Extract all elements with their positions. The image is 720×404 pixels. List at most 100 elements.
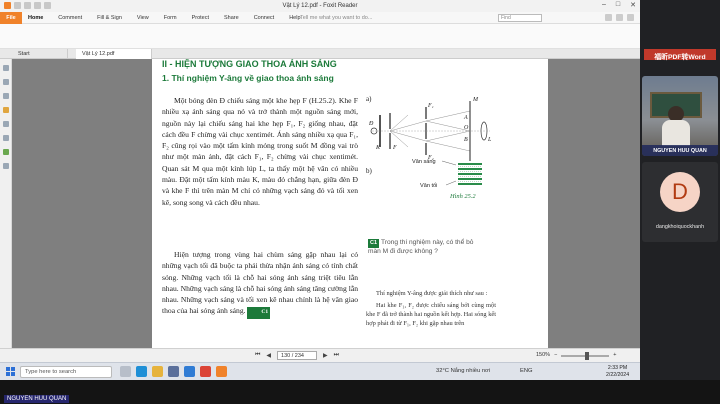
prev-page-icon[interactable]: ◀ — [266, 352, 271, 359]
foxit-icon[interactable] — [216, 366, 227, 377]
first-page-icon[interactable]: ⏮ — [255, 352, 260, 359]
tab-help[interactable]: Help — [289, 15, 300, 21]
label-m: M — [472, 97, 479, 103]
zoom-slider[interactable] — [561, 351, 610, 360]
page-number-input[interactable]: 130 / 234 — [277, 351, 318, 360]
account-icon[interactable] — [605, 14, 612, 21]
tab-vat-ly-12[interactable]: Vật Lý 12.pdf — [76, 49, 152, 59]
settings-icon[interactable] — [616, 14, 623, 21]
window-title: Vật Lý 12.pdf - Foxit Reader — [282, 3, 358, 9]
document-tabs: Start Vật Lý 12.pdf — [0, 49, 640, 59]
figure-caption: Hình 25.2 — [450, 193, 476, 200]
label-van-sang: Vân sáng — [412, 159, 436, 165]
ribbon: File Home Comment Fill & Sign View Form … — [0, 12, 640, 24]
tab-protect[interactable]: Protect — [192, 15, 209, 21]
ad-banner[interactable]: 福昕PDF转Word — [644, 49, 716, 61]
screen: Vật Lý 12.pdf - Foxit Reader – □ ✕ File … — [0, 0, 720, 404]
taskbar-search[interactable]: Type here to search — [20, 366, 112, 378]
file-menu-button[interactable]: File — [0, 12, 22, 24]
side-note-1: Thí nghiệm Y-âng được giải thích như sau… — [376, 290, 488, 297]
bottom-strip: NGUYEN HUU QUAN — [0, 380, 720, 404]
tab-start[interactable]: Start — [12, 49, 68, 59]
mail-icon[interactable] — [184, 366, 195, 377]
next-page-icon[interactable]: ▶ — [323, 352, 328, 359]
side-note-2: Hai khe F₁, F₂ được chiếu sáng bởi cùng … — [366, 302, 496, 327]
weather-widget[interactable]: 32°C Nắng nhiều nơi — [436, 368, 490, 374]
c1-question: C1 Trong thí nghiệm này, có thể bỏ màn M … — [368, 239, 488, 256]
speaker-label: NGUYEN HUU QUAN — [4, 395, 70, 403]
figure-25-2: a) K Đ F F₁ F₂ M O A B L b) Vân sáng Vân… — [366, 95, 492, 189]
clock[interactable]: 2:33 PM 2/22/2024 — [606, 365, 629, 379]
label-van-toi: Vân tối — [420, 183, 437, 189]
signature-icon[interactable] — [3, 163, 9, 169]
maximize-icon[interactable]: □ — [616, 1, 620, 9]
clock-time: 2:33 PM — [607, 365, 628, 371]
collapse-ribbon-icon[interactable] — [627, 14, 634, 21]
participant-tile-video[interactable]: NGUYEN HUU QUAN — [642, 76, 718, 156]
left-navigation-panel — [0, 59, 12, 348]
side-note: Thí nghiệm Y-âng được giải thích như sau… — [366, 289, 496, 331]
task-view-icon[interactable] — [120, 366, 131, 377]
clock-date: 2/22/2024 — [606, 372, 630, 378]
tab-share[interactable]: Share — [224, 15, 239, 21]
attachments-icon[interactable] — [3, 135, 9, 141]
zoom-value[interactable]: 150% — [536, 352, 550, 358]
ribbon-toolstrip — [0, 24, 640, 49]
bookmark-icon[interactable] — [3, 79, 9, 85]
language-indicator[interactable]: ENG — [520, 368, 533, 374]
label-o: O — [464, 125, 469, 131]
ribbon-right-icons — [605, 14, 634, 21]
participant-name-1: NGUYEN HUU QUAN — [642, 145, 718, 156]
pointer-van-toi — [445, 180, 457, 186]
paragraph-2: Hiện tượng trong vùng hai chùm sáng gặp … — [162, 249, 358, 319]
meeting-panel: 福昕PDF转Word NGUYEN HUU QUAN D dangkhoiquo… — [640, 0, 720, 380]
hand-icon[interactable] — [3, 65, 9, 71]
page-navigation: ⏮ ◀ 130 / 234 ▶ ⏭ — [255, 351, 339, 360]
chrome-icon[interactable] — [200, 366, 211, 377]
pointer-van-sang — [441, 160, 457, 166]
status-bar: ⏮ ◀ 130 / 234 ▶ ⏭ 150% − + — [0, 348, 640, 362]
zoom-control: 150% − + — [536, 351, 617, 360]
comments-icon[interactable] — [3, 107, 9, 113]
participant-tile-avatar[interactable]: D dangkhoiquockhanh — [642, 162, 718, 242]
pdf-page[interactable]: II - HIỆN TƯỢNG GIAO THOA ÁNH SÁNG 1. Th… — [152, 59, 548, 348]
page-gutter-left — [12, 59, 152, 348]
edge-icon[interactable] — [136, 366, 147, 377]
zoom-slider-thumb[interactable] — [585, 351, 590, 360]
minimize-icon[interactable]: – — [602, 1, 606, 9]
tab-connect[interactable]: Connect — [254, 15, 275, 21]
label-l: L — [487, 137, 492, 143]
zoom-in-icon[interactable]: + — [613, 352, 616, 358]
label-a: A — [463, 115, 468, 121]
taskbar: Type here to search 32°C Nắng nhiều nơi … — [0, 362, 640, 380]
pages-icon[interactable] — [3, 93, 9, 99]
tell-me-input[interactable]: Tell me what you want to do... — [300, 15, 372, 21]
store-icon[interactable] — [168, 366, 179, 377]
zoom-out-icon[interactable]: − — [554, 352, 557, 358]
find-input[interactable]: Find — [498, 14, 542, 22]
windows-start-icon[interactable] — [6, 367, 15, 376]
c1-badge: C1 — [368, 239, 380, 248]
ribbon-tabs: Home Comment Fill & Sign View Form Prote… — [28, 15, 316, 21]
file-explorer-icon[interactable] — [152, 366, 163, 377]
security-icon[interactable] — [3, 149, 9, 155]
layers-icon[interactable] — [3, 121, 9, 127]
tab-view[interactable]: View — [137, 15, 149, 21]
label-d: Đ — [368, 121, 374, 127]
section-title: II - HIỆN TƯỢNG GIAO THOA ÁNH SÁNG — [162, 59, 337, 69]
tab-form[interactable]: Form — [164, 15, 177, 21]
label-b: B — [464, 137, 468, 143]
tab-comment[interactable]: Comment — [58, 15, 82, 21]
label-f1: F₁ — [427, 103, 434, 109]
window-controls: – □ ✕ — [602, 1, 636, 9]
close-icon[interactable]: ✕ — [630, 1, 636, 9]
tab-fill-sign[interactable]: Fill & Sign — [97, 15, 122, 21]
label-f: F — [392, 145, 397, 151]
presenter-body — [662, 120, 690, 146]
last-page-icon[interactable]: ⏭ — [334, 352, 339, 359]
tab-home[interactable]: Home — [28, 15, 43, 21]
figure-label-b: b) — [366, 167, 373, 175]
foxit-window: Vật Lý 12.pdf - Foxit Reader – □ ✕ File … — [0, 0, 640, 362]
taskbar-apps — [120, 366, 227, 377]
participant-name-2: dangkhoiquockhanh — [655, 224, 705, 230]
